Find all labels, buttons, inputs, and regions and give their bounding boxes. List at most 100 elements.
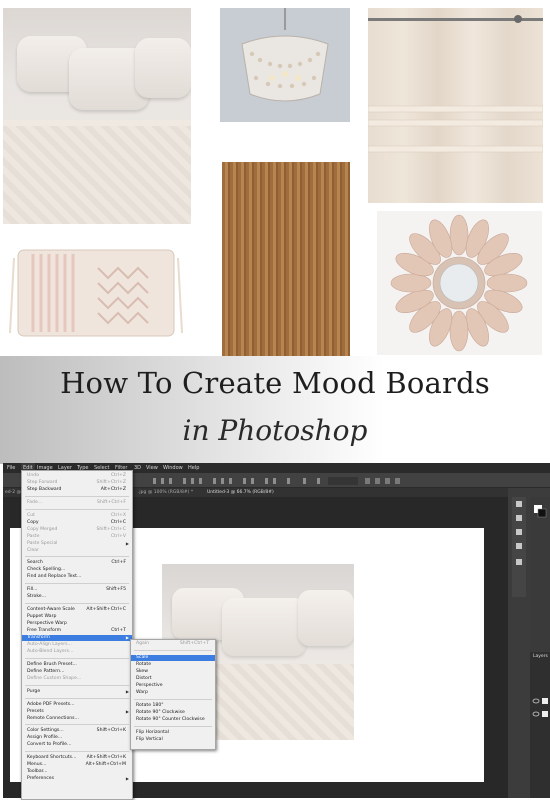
menu-item-fill[interactable]: Fill... Shift+F5 xyxy=(22,587,132,593)
menu-item-label: Define Custom Shape... xyxy=(27,676,82,681)
menu-item-rotate-90-clockwise[interactable]: Rotate 90° Clockwise xyxy=(131,710,215,716)
menu-item-again: Again Shift+Ctrl+T xyxy=(131,641,215,647)
chandelier-photo xyxy=(220,8,350,122)
menu-item-step-backward[interactable]: Step Backward Alt+Ctrl+Z xyxy=(22,487,132,493)
menu-item-rotate-90-counter-clockwise[interactable]: Rotate 90° Counter Clockwise xyxy=(131,717,215,723)
menu-item-check-spelling[interactable]: Check Spelling... xyxy=(22,567,132,573)
menu-item-puppet-warp[interactable]: Puppet Warp xyxy=(22,614,132,620)
menu-item-assign-profile[interactable]: Assign Profile... xyxy=(22,735,132,741)
menu-item-label: Define Brush Preset... xyxy=(27,662,77,667)
menu-item-auto-blend-layers: Auto-Blend Layers... xyxy=(22,649,132,655)
menu-item-label: Check Spelling... xyxy=(27,567,66,572)
menu-item-content-aware-scale[interactable]: Content-Aware Scale Alt+Shift+Ctrl+C xyxy=(22,607,132,613)
menu-item-shortcut: Shift+F5 xyxy=(106,587,126,592)
menu-item-perspective[interactable]: Perspective xyxy=(131,683,215,689)
menu-item-label: Step Backward xyxy=(27,487,62,492)
menu-item-label: Fade... xyxy=(27,500,43,505)
submenu-arrow-icon: ▶ xyxy=(125,709,129,714)
menu-item-shortcut: Shift+Ctrl+Z xyxy=(96,480,126,485)
menu-item-toolbar[interactable]: Toolbar... xyxy=(22,769,132,775)
layers-panel-title: Layers xyxy=(533,654,548,659)
menu-item-menus[interactable]: Menus... Alt+Shift+Ctrl+M xyxy=(22,762,132,768)
menu-item-define-pattern[interactable]: Define Pattern... xyxy=(22,669,132,675)
menu-separator xyxy=(25,496,129,497)
tab-doc-3[interactable]: Untitled-3 @ 66.7% (RGB/8#) xyxy=(207,488,274,497)
menu-item-label: Rotate xyxy=(136,662,152,667)
menu-item-step-forward: Step Forward Shift+Ctrl+Z xyxy=(22,480,132,486)
menu-item-warp[interactable]: Warp xyxy=(131,690,215,696)
menu-item-label: Transform xyxy=(27,635,50,640)
menu-item-label: Scale xyxy=(136,655,149,660)
menu-help[interactable]: Help xyxy=(188,463,199,473)
tab-doc-2[interactable]: .jpg @ 100% (RGB/8#) * xyxy=(138,488,193,497)
menu-separator xyxy=(25,724,129,725)
menu-item-shortcut: Shift+Ctrl+K xyxy=(96,728,126,733)
menu-item-label: Warp xyxy=(136,690,148,695)
submenu-arrow-icon: ▶ xyxy=(125,635,129,640)
menu-item-label: Rotate 90° Counter Clockwise xyxy=(136,717,205,722)
menu-item-label: Preferences xyxy=(27,776,55,781)
menu-item-distort[interactable]: Distort xyxy=(131,676,215,682)
menu-item-scale[interactable]: Scale xyxy=(131,655,215,661)
menu-item-rotate-180[interactable]: Rotate 180° xyxy=(131,703,215,709)
menu-item-presets[interactable]: Presets ▶ xyxy=(22,709,132,715)
menu-item-label: Fill... xyxy=(27,587,38,592)
menu-item-color-settings[interactable]: Color Settings... Shift+Ctrl+K xyxy=(22,728,132,734)
menu-item-define-brush-preset[interactable]: Define Brush Preset... xyxy=(22,662,132,668)
menu-item-auto-align-layers: Auto-Align Layers... xyxy=(22,642,132,648)
menu-item-shortcut: Ctrl+X xyxy=(110,513,126,518)
submenu-arrow-icon: ▶ xyxy=(125,776,129,781)
menu-item-label: Step Forward xyxy=(27,480,58,485)
menu-window[interactable]: Window xyxy=(163,463,183,473)
layers-panel: Layers xyxy=(530,652,550,798)
menu-separator xyxy=(134,650,212,651)
menu-item-label: Rotate 90° Clockwise xyxy=(136,710,185,715)
menu-item-label: Remote Connections... xyxy=(27,716,79,721)
menu-item-label: Toolbar... xyxy=(27,769,48,774)
menu-item-label: Auto-Align Layers... xyxy=(27,642,72,647)
menu-item-label: Rotate 180° xyxy=(136,703,164,708)
menu-item-purge[interactable]: Purge ▶ xyxy=(22,689,132,695)
transform-submenu: Again Shift+Ctrl+T Scale Rotate Skew Distort P… xyxy=(130,639,216,750)
title-line-1: How To Create Mood Boards xyxy=(60,366,490,400)
menu-separator xyxy=(134,699,212,700)
menu-file[interactable]: File xyxy=(7,463,15,473)
menu-3d[interactable]: 3D xyxy=(134,463,141,473)
menu-item-flip-vertical[interactable]: Flip Vertical xyxy=(131,737,215,743)
menu-item-keyboard-shortcuts[interactable]: Keyboard Shortcuts... Alt+Shift+Ctrl+K xyxy=(22,755,132,761)
menu-item-copy[interactable]: Copy Ctrl+C xyxy=(22,520,132,526)
menu-item-label: Skew xyxy=(136,669,148,674)
menu-item-adobe-pdf-presets[interactable]: Adobe PDF Presets... xyxy=(22,702,132,708)
menu-item-label: Puppet Warp xyxy=(27,614,57,619)
menu-item-free-transform[interactable]: Free Transform Ctrl+T xyxy=(22,628,132,634)
menu-view[interactable]: View xyxy=(146,463,158,473)
menu-item-preferences[interactable]: Preferences ▶ xyxy=(22,776,132,782)
menu-item-perspective-warp[interactable]: Perspective Warp xyxy=(22,621,132,627)
menu-item-shortcut: Ctrl+C xyxy=(110,520,126,525)
throw-pillow-photo xyxy=(8,238,184,350)
menu-item-convert-to-profile[interactable]: Convert to Profile... xyxy=(22,742,132,748)
menu-item-shortcut: Alt+Ctrl+Z xyxy=(100,487,126,492)
curtain-photo xyxy=(368,8,543,203)
menu-item-label: Clear xyxy=(27,548,40,553)
menu-item-remote-connections[interactable]: Remote Connections... xyxy=(22,716,132,722)
menu-item-skew[interactable]: Skew xyxy=(131,669,215,675)
menu-item-shortcut: Ctrl+Z xyxy=(110,473,126,478)
sunburst-mirror-photo xyxy=(377,211,542,355)
menu-item-label: Flip Horizontal xyxy=(136,730,170,735)
menu-separator xyxy=(25,509,129,510)
menu-item-transform[interactable]: Transform ▶ xyxy=(22,635,132,641)
menu-item-flip-horizontal[interactable]: Flip Horizontal xyxy=(131,730,215,736)
menu-item-rotate[interactable]: Rotate xyxy=(131,662,215,668)
menu-separator xyxy=(134,726,212,727)
menu-item-stroke[interactable]: Stroke... xyxy=(22,594,132,600)
menu-item-search[interactable]: Search Ctrl+F xyxy=(22,560,132,566)
menu-item-find-and-replace-text[interactable]: Find and Replace Text... xyxy=(22,574,132,580)
menu-item-cut: Cut Ctrl+X xyxy=(22,513,132,519)
menu-item-label: Search xyxy=(27,560,43,565)
menu-item-label: Paste xyxy=(27,534,40,539)
edit-menu: Undo Ctrl+Z Step Forward Shift+Ctrl+Z Step B… xyxy=(21,470,133,800)
menu-item-label: Perspective xyxy=(136,683,163,688)
menu-item-fade: Fade... Shift+Ctrl+F xyxy=(22,500,132,506)
menu-item-label: Perspective Warp xyxy=(27,621,67,626)
